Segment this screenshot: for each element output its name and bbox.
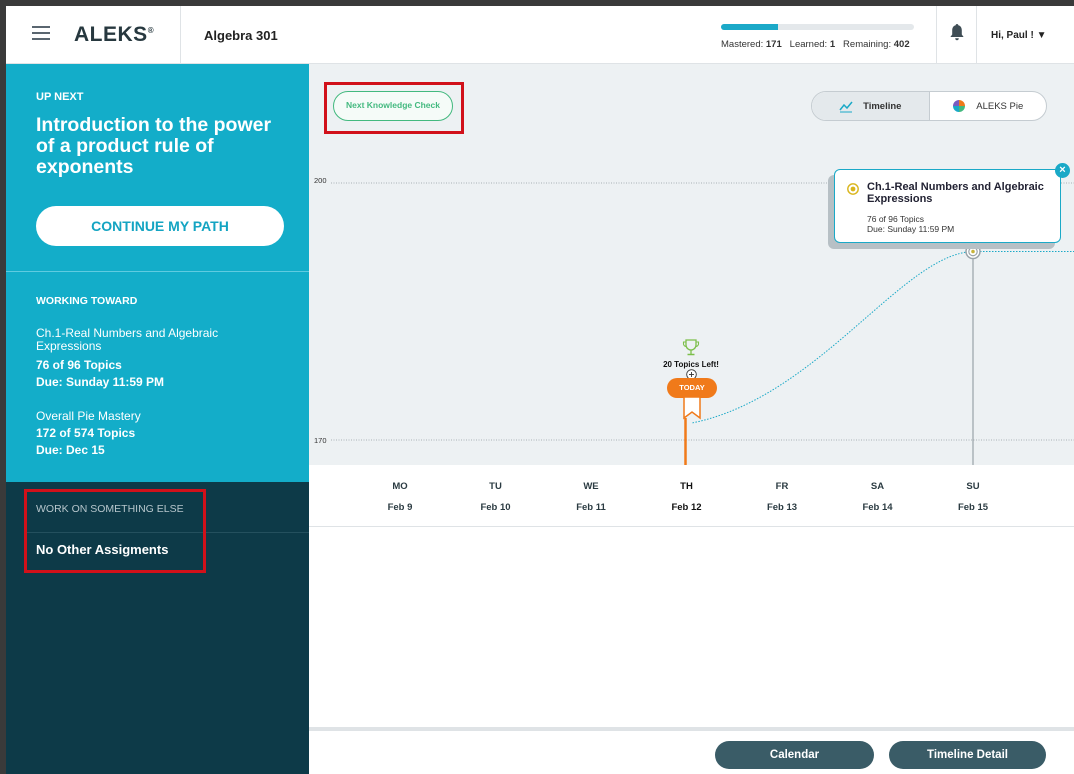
- tooltip-topics: 76 of 96 Topics: [867, 214, 925, 224]
- day-column-su[interactable]: SU Feb 15: [943, 481, 1003, 513]
- projection-line: [692, 251, 974, 424]
- day-column-tu[interactable]: TU Feb 10: [466, 481, 526, 513]
- timeline-chart: 200 170: [314, 176, 1074, 465]
- view-toggle: Timeline ALEKS Pie: [811, 91, 1047, 121]
- day-date-label: Feb 15: [957, 502, 989, 513]
- bookmark-flag-icon: [683, 396, 701, 420]
- tooltip-title: Ch.1-Real Numbers and Algebraic Expressi…: [867, 181, 1044, 205]
- day-of-week-label: SU: [966, 481, 980, 492]
- day-of-week-label: MO: [392, 481, 408, 492]
- line-chart-icon: [839, 101, 853, 113]
- timeline-detail-button[interactable]: Timeline Detail: [889, 741, 1046, 769]
- day-date-label: Feb 10: [480, 502, 511, 513]
- day-column-mo[interactable]: MO Feb 9: [370, 481, 430, 513]
- day-date-label: Feb 14: [862, 502, 893, 513]
- calendar-button[interactable]: Calendar: [715, 741, 874, 769]
- day-date-label: Feb 9: [387, 502, 413, 513]
- day-column-sa[interactable]: SA Feb 14: [848, 481, 908, 513]
- highlight-box-knowledge-check: [324, 82, 464, 134]
- topics-left-label: 20 Topics Left!: [663, 360, 719, 369]
- day-column-fr[interactable]: FR Feb 13: [752, 481, 812, 513]
- tooltip-due: Due: Sunday 11:59 PM: [867, 224, 955, 234]
- day-date-label: Feb 13: [766, 502, 798, 513]
- day-of-week-label: SA: [870, 481, 885, 492]
- day-date-label: Feb 12: [671, 502, 702, 513]
- y-tick-200: 200: [314, 176, 327, 185]
- y-tick-170: 170: [314, 436, 327, 445]
- day-of-week-label: WE: [583, 481, 599, 492]
- day-of-week-label: TH: [680, 481, 693, 492]
- today-badge: TODAY: [667, 378, 717, 398]
- aleks-app: ALEKS® Algebra 301 Mastered: 171 Learned…: [0, 0, 1074, 774]
- pie-chart-icon: [953, 100, 966, 112]
- trophy-icon: [682, 339, 700, 356]
- aleks-pie-tab[interactable]: ALEKS Pie: [930, 92, 1047, 120]
- day-column-we[interactable]: WE Feb 11: [561, 481, 621, 513]
- timeline-tab[interactable]: Timeline: [812, 92, 930, 120]
- day-date-label: Feb 11: [576, 502, 606, 513]
- timeline-days-row: MO Feb 9 TU Feb 10 WE Feb 11 TH Feb 12 FR Feb 13 S…: [309, 465, 1074, 527]
- goal-target-marker[interactable]: [965, 243, 981, 260]
- day-column-th[interactable]: TH Feb 12: [657, 481, 717, 513]
- goal-tooltip: Ch.1-Real Numbers and Algebraic Expressi…: [834, 169, 1061, 243]
- target-icon: [847, 183, 859, 195]
- close-icon[interactable]: ×: [1055, 163, 1070, 178]
- day-of-week-label: FR: [775, 481, 789, 492]
- day-of-week-label: TU: [489, 481, 502, 492]
